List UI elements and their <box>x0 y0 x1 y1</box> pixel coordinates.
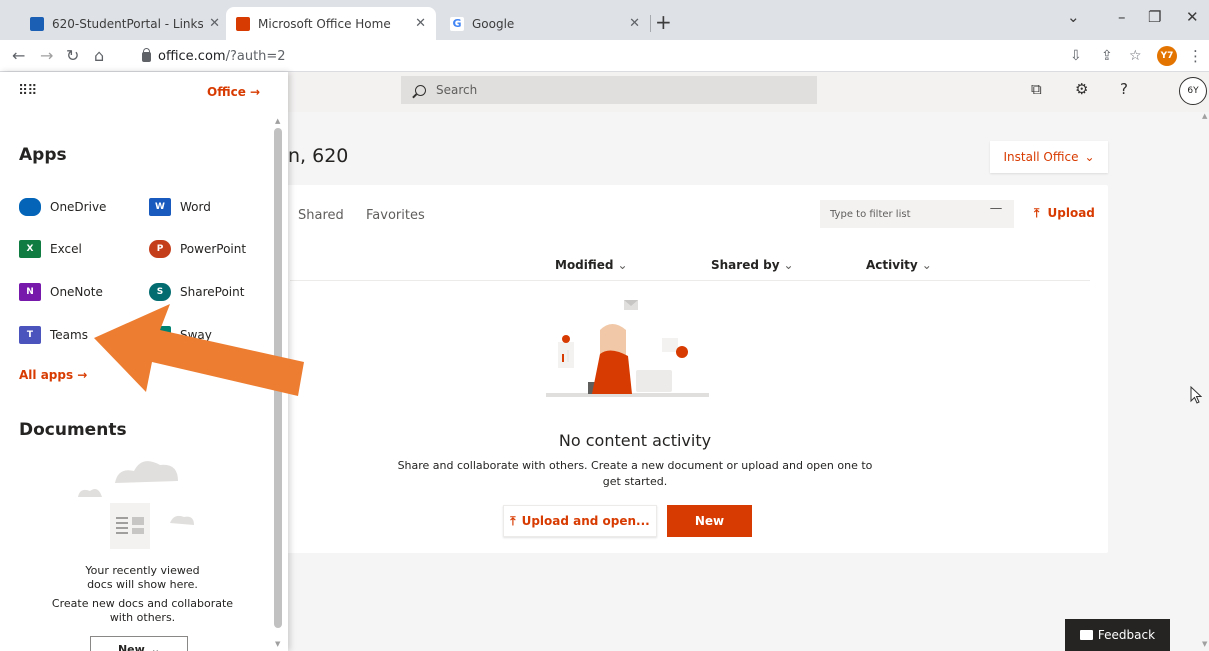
upload-and-open-button[interactable]: ⤒ Upload and open... <box>503 505 657 537</box>
upload-arrow-icon: ⤒ <box>510 513 516 528</box>
feed-icon[interactable]: ⧉ <box>1031 80 1042 98</box>
tab-office-home[interactable]: Microsoft Office Home ✕ <box>226 7 436 40</box>
filter-funnel-icon <box>990 208 1002 219</box>
excel-icon: X <box>19 240 41 258</box>
tab-search-icon[interactable]: ⌄ <box>1067 8 1080 26</box>
documents-empty-text: with others. <box>109 611 176 624</box>
minimize-button[interactable]: – <box>1118 8 1126 26</box>
app-word[interactable]: W Word <box>149 198 211 216</box>
reload-icon[interactable]: ↻ <box>66 46 79 65</box>
help-icon[interactable]: ? <box>1120 80 1128 98</box>
chevron-down-icon: ⌄ <box>1084 150 1095 164</box>
empty-state-title: No content activity <box>558 431 712 450</box>
annotation-arrow-icon <box>94 304 304 396</box>
browser-menu-icon[interactable]: ⋮ <box>1188 47 1203 65</box>
lock-icon <box>142 47 151 62</box>
search-input[interactable]: Search <box>401 76 817 104</box>
upload-button[interactable]: ⤒ Upload <box>1034 206 1095 221</box>
app-sharepoint[interactable]: S SharePoint <box>149 283 244 301</box>
tab-shared[interactable]: Shared <box>298 208 344 223</box>
tab-google[interactable]: G Google ✕ <box>440 7 650 40</box>
close-window-button[interactable]: ✕ <box>1186 8 1199 26</box>
chevron-down-icon: ⌄ <box>783 258 794 272</box>
empty-state-description: Share and collaborate with others. Creat… <box>397 459 873 488</box>
close-tab-icon[interactable]: ✕ <box>415 16 426 31</box>
mouse-cursor-icon <box>1190 386 1202 404</box>
tab-student-portal[interactable]: 620-StudentPortal - Links ✕ <box>20 7 230 40</box>
url-field[interactable]: office.com/?auth=2 <box>142 47 286 64</box>
app-teams[interactable]: T Teams <box>19 326 88 344</box>
apps-section-title: Apps <box>19 145 67 165</box>
back-arrow-icon[interactable]: ← <box>12 46 25 65</box>
browser-tab-bar: 620-StudentPortal - Links ✕ Microsoft Of… <box>0 0 1209 40</box>
upload-arrow-icon: ⤒ <box>1034 206 1040 220</box>
restore-button[interactable]: ❐ <box>1148 8 1161 26</box>
google-favicon-icon: G <box>450 16 464 31</box>
chevron-down-icon: ⌄ <box>150 643 161 651</box>
user-avatar[interactable]: 6Y <box>1179 77 1207 105</box>
gear-icon[interactable]: ⚙ <box>1075 80 1088 98</box>
page-scroll-down-icon[interactable]: ▼ <box>1202 640 1207 648</box>
onedrive-icon <box>19 198 41 216</box>
address-bar: ← → ↻ ⌂ office.com/?auth=2 ⇩ ⇪ ☆ Y7 ⋮ <box>0 40 1209 72</box>
sharepoint-icon: S <box>149 283 171 301</box>
app-excel[interactable]: X Excel <box>19 240 82 258</box>
all-apps-link[interactable]: All apps → <box>19 368 87 382</box>
tab-favorites[interactable]: Favorites <box>366 208 425 223</box>
page-scroll-up-icon[interactable]: ▲ <box>1202 112 1207 120</box>
column-activity[interactable]: Activity ⌄ <box>866 258 932 272</box>
chevron-down-icon: ⌄ <box>921 258 932 272</box>
documents-section-title: Documents <box>19 420 127 440</box>
feedback-bubble-icon <box>1079 630 1093 640</box>
install-app-icon[interactable]: ⇩ <box>1070 48 1082 64</box>
portal-favicon-icon <box>30 16 44 31</box>
close-tab-icon[interactable]: ✕ <box>209 16 220 31</box>
app-launcher-waffle-icon[interactable]: ⠿⠿ <box>18 83 37 99</box>
column-shared-by[interactable]: Shared by ⌄ <box>711 258 794 272</box>
home-icon[interactable]: ⌂ <box>94 46 104 65</box>
app-onenote[interactable]: N OneNote <box>19 283 103 301</box>
new-doc-button[interactable]: New ⌄ <box>90 636 188 651</box>
header-divider <box>290 280 1090 281</box>
documents-illustration <box>78 461 194 549</box>
app-powerpoint[interactable]: P PowerPoint <box>149 240 246 258</box>
chevron-down-icon: ⌄ <box>617 258 628 272</box>
bookmark-star-icon[interactable]: ☆ <box>1129 48 1142 64</box>
page-greeting: n, 620 <box>288 145 349 167</box>
forward-arrow-icon[interactable]: → <box>40 46 53 65</box>
profile-avatar[interactable]: Y7 <box>1157 46 1177 66</box>
documents-empty-text: Your recently viewed <box>85 564 200 577</box>
close-tab-icon[interactable]: ✕ <box>629 16 640 31</box>
word-icon: W <box>149 198 171 216</box>
powerpoint-icon: P <box>149 240 171 258</box>
new-tab-button[interactable]: + <box>655 10 672 34</box>
scroll-down-icon[interactable]: ▼ <box>275 640 280 648</box>
feedback-button[interactable]: Feedback <box>1065 619 1170 651</box>
scroll-up-icon[interactable]: ▲ <box>275 117 280 125</box>
onenote-icon: N <box>19 283 41 301</box>
teams-icon: T <box>19 326 41 344</box>
search-icon <box>415 84 426 96</box>
app-onedrive[interactable]: OneDrive <box>19 198 106 216</box>
documents-empty-text: Create new docs and collaborate <box>51 597 234 610</box>
column-modified[interactable]: Modified ⌄ <box>555 258 628 272</box>
tab-separator <box>650 15 651 32</box>
new-document-button[interactable]: New <box>667 505 752 537</box>
office-home-link[interactable]: Office → <box>207 85 260 99</box>
filter-input[interactable]: Type to filter list <box>820 200 1014 228</box>
share-icon[interactable]: ⇪ <box>1101 48 1113 64</box>
empty-state-illustration <box>546 300 709 397</box>
install-office-button[interactable]: Install Office ⌄ <box>990 141 1108 173</box>
office-favicon-icon <box>236 16 250 31</box>
documents-empty-text: docs will show here. <box>87 578 198 591</box>
